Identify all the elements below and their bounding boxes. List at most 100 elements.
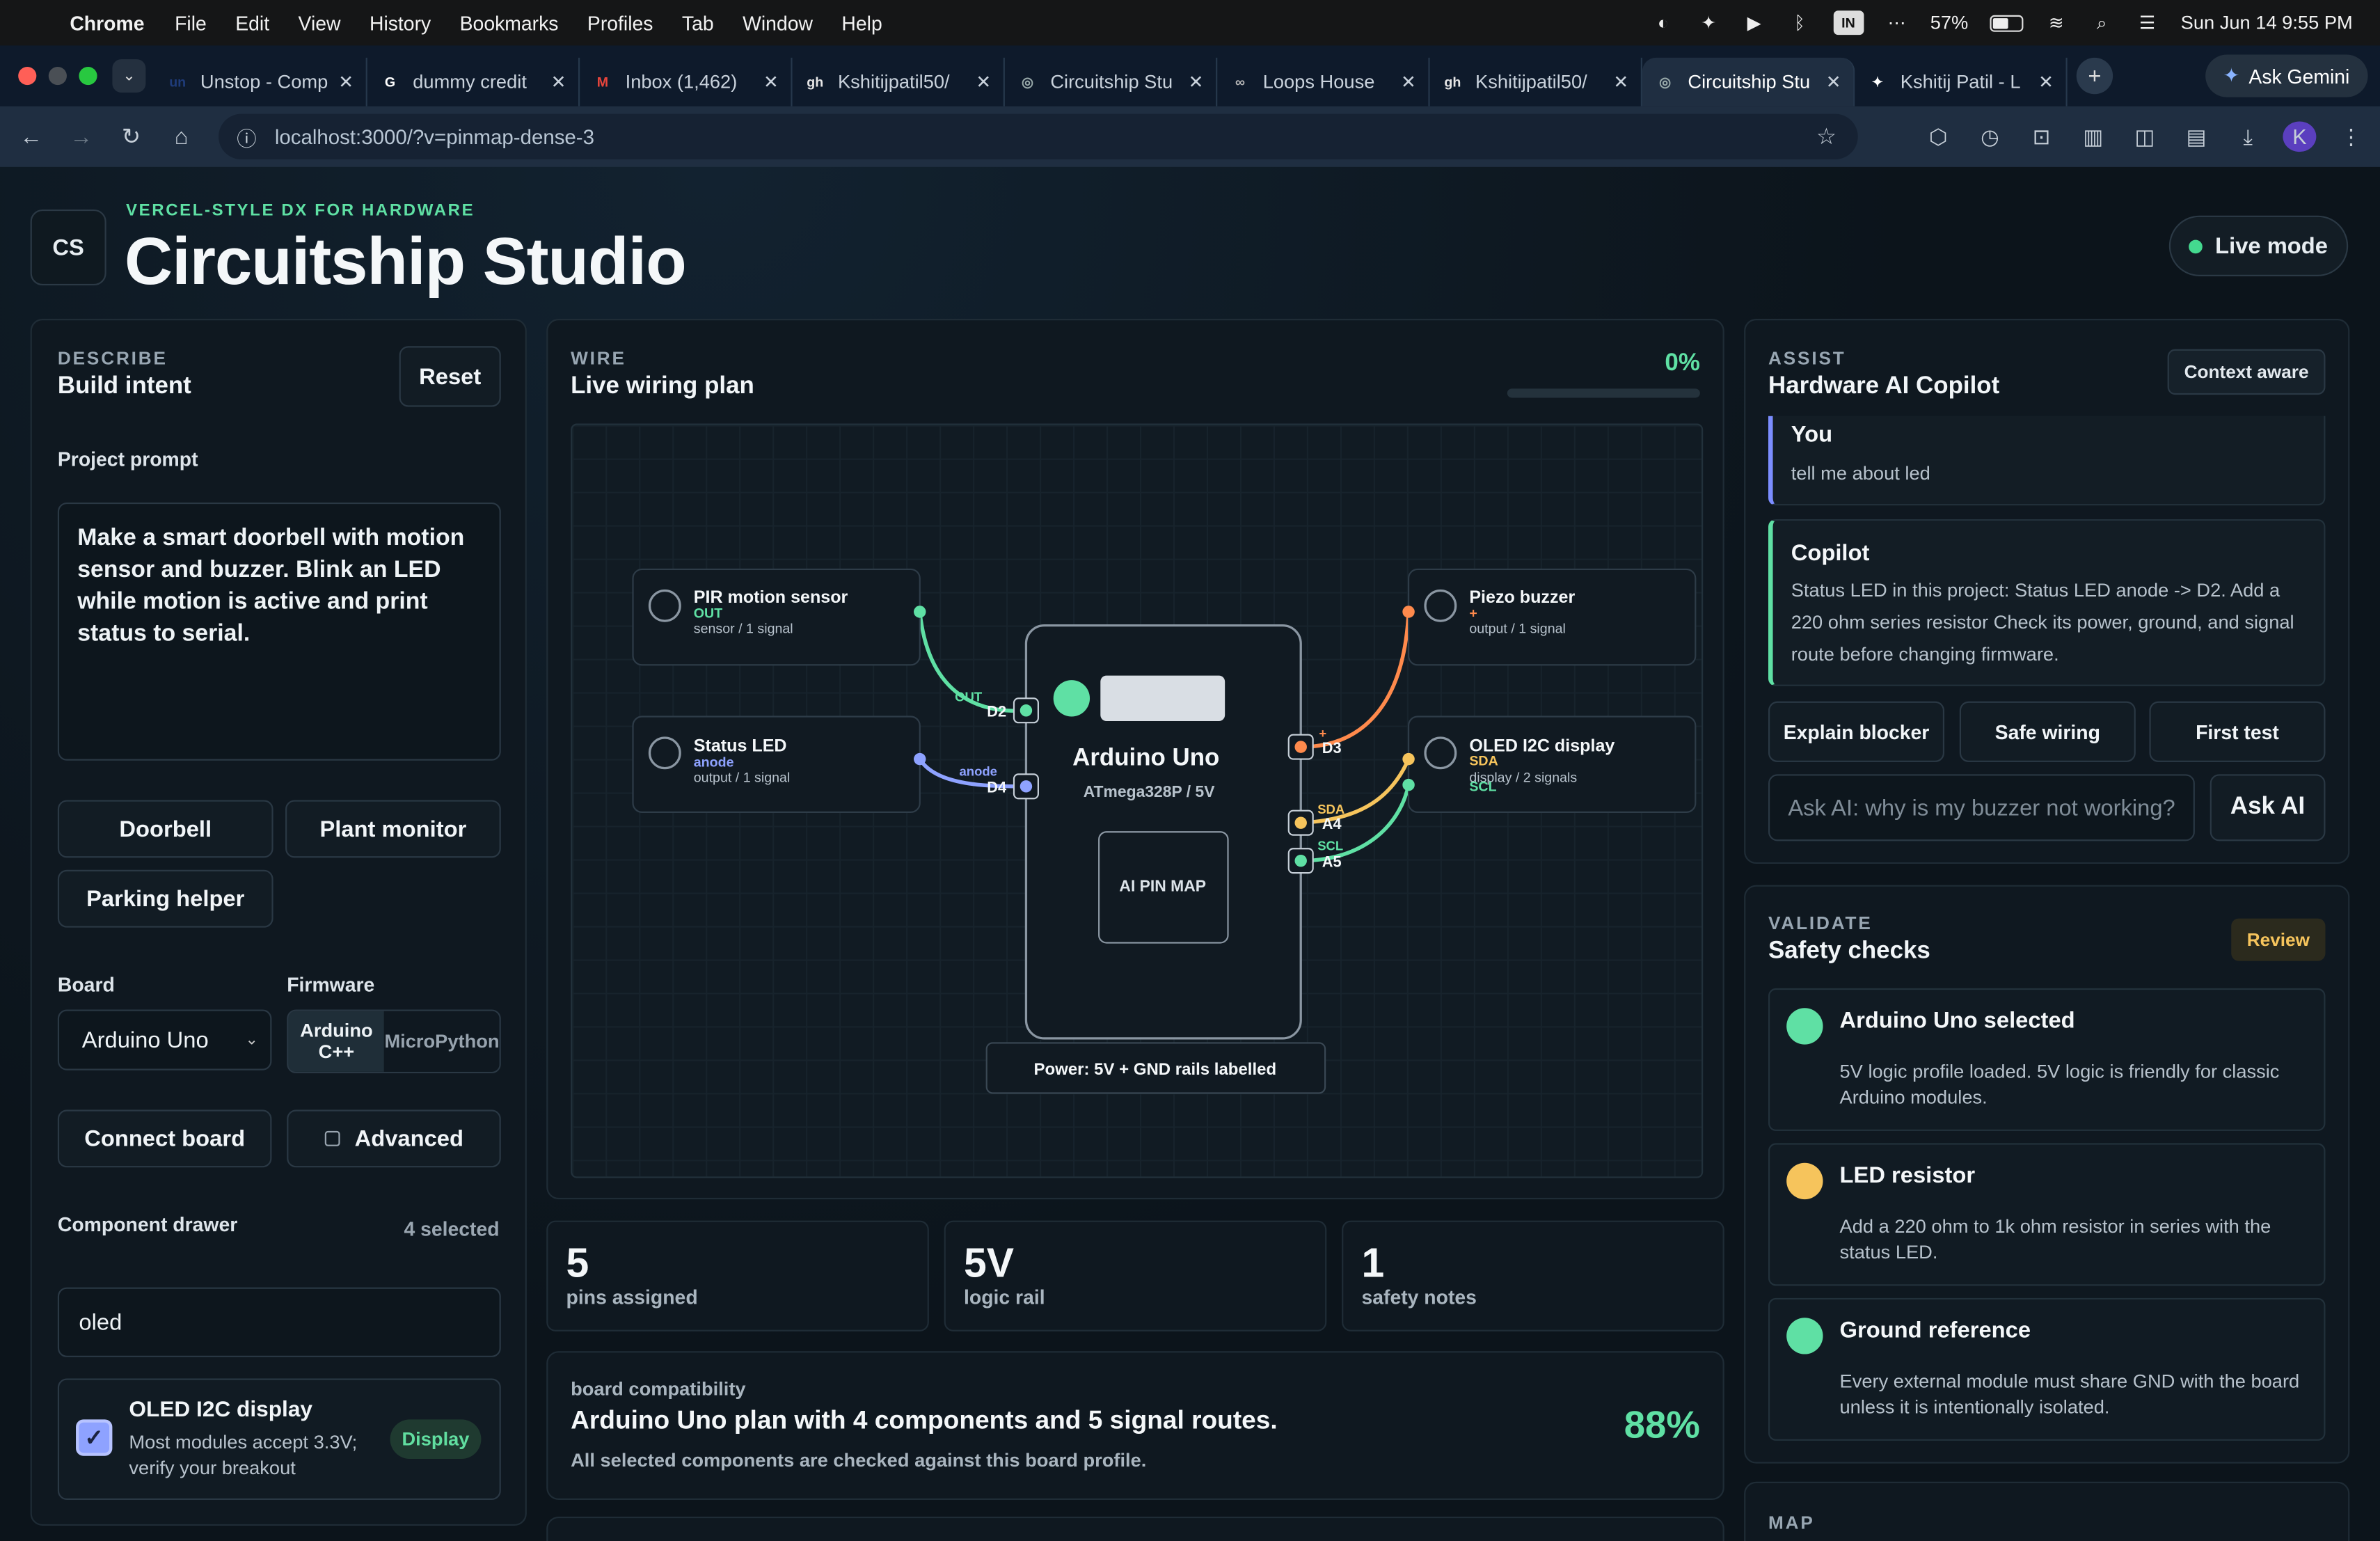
- home-icon[interactable]: ⌂: [157, 124, 207, 150]
- firmware-micropython-option[interactable]: MicroPython: [384, 1011, 500, 1072]
- project-prompt-textarea[interactable]: Make a smart doorbell with motion sensor…: [57, 502, 501, 761]
- node-port[interactable]: [914, 606, 926, 618]
- firmware-arduino-option[interactable]: Arduino C++: [288, 1011, 385, 1072]
- back-icon[interactable]: ←: [6, 124, 56, 150]
- node-port[interactable]: [1402, 752, 1415, 766]
- node-port[interactable]: [914, 752, 926, 766]
- menu-history[interactable]: History: [370, 11, 431, 34]
- screenshot-icon[interactable]: ⊡: [2025, 124, 2058, 150]
- clock[interactable]: Sun Jun 14 9:55 PM: [2181, 12, 2353, 33]
- safe-wiring-button[interactable]: Safe wiring: [1959, 701, 2136, 762]
- reading-mode-icon[interactable]: ▥: [2077, 124, 2110, 150]
- explain-blocker-button[interactable]: Explain blocker: [1768, 701, 1945, 762]
- address-bar[interactable]: ⓘ localhost:3000/?v=pinmap-dense-3 ☆: [219, 113, 1858, 160]
- preset-plant-monitor-button[interactable]: Plant monitor: [285, 800, 501, 858]
- menu-help[interactable]: Help: [841, 11, 882, 34]
- site-info-icon[interactable]: ⓘ: [237, 123, 256, 151]
- browser-tab[interactable]: ◎ Circuitship Stu ✕: [1642, 57, 1855, 106]
- menu-edit[interactable]: Edit: [235, 11, 269, 34]
- connect-board-button[interactable]: Connect board: [57, 1109, 272, 1168]
- reload-icon[interactable]: ↻: [106, 123, 157, 150]
- tab-close-icon[interactable]: ✕: [763, 72, 779, 93]
- describe-kicker: DESCRIBE: [57, 347, 168, 370]
- advanced-checkbox[interactable]: [324, 1130, 340, 1146]
- split-view-icon[interactable]: ◫: [2128, 124, 2161, 150]
- bookmark-star-icon[interactable]: ☆: [1816, 123, 1836, 150]
- component-card[interactable]: ✓ OLED I2C display Most modules accept 3…: [57, 1378, 501, 1500]
- node-port[interactable]: [1402, 606, 1415, 618]
- ask-ai-input[interactable]: Ask AI: why is my buzzer not working?: [1768, 774, 2195, 841]
- preset-parking-helper-button[interactable]: Parking helper: [57, 869, 273, 928]
- component-node-oled[interactable]: OLED I2C display SDA display / 2 signals…: [1402, 716, 1697, 813]
- component-node-led[interactable]: Status LED anode output / 1 signal: [632, 716, 926, 813]
- activity-icon[interactable]: ⋯: [1885, 10, 1909, 35]
- reset-button[interactable]: Reset: [399, 346, 501, 407]
- menu-view[interactable]: View: [299, 11, 341, 34]
- zoom-window-icon[interactable]: [79, 66, 97, 86]
- board-select[interactable]: Arduino Uno ⌄: [57, 1009, 272, 1070]
- control-center-icon[interactable]: ☰: [2135, 10, 2159, 35]
- sparkle-icon[interactable]: ✦: [1697, 10, 1721, 35]
- menu-window[interactable]: Window: [743, 11, 813, 34]
- tab-close-icon[interactable]: ✕: [338, 72, 354, 93]
- browser-tab[interactable]: gh Kshitijpatil50/ ✕: [1430, 57, 1642, 106]
- menu-app-name[interactable]: Chrome: [70, 11, 144, 34]
- ask-gemini-button[interactable]: ✦ Ask Gemini: [2205, 54, 2368, 97]
- tab-close-icon[interactable]: ✕: [1189, 72, 1204, 93]
- battery-icon[interactable]: [1989, 14, 2023, 31]
- bluetooth-icon[interactable]: ᛒ: [1788, 10, 1812, 35]
- sidepanel-icon[interactable]: ▤: [2180, 124, 2213, 150]
- ask-ai-button[interactable]: Ask AI: [2210, 774, 2326, 841]
- component-search-input[interactable]: oled: [57, 1287, 501, 1357]
- downloads-icon[interactable]: ⤓: [2231, 124, 2264, 150]
- menu-tab[interactable]: Tab: [682, 11, 714, 34]
- browser-tab[interactable]: gh Kshitijpatil50/ ✕: [793, 57, 1005, 106]
- menu-bookmarks[interactable]: Bookmarks: [460, 11, 559, 34]
- live-mode-toggle[interactable]: Live mode: [2168, 215, 2349, 276]
- tab-close-icon[interactable]: ✕: [1401, 72, 1416, 93]
- node-port[interactable]: [1402, 778, 1415, 791]
- browser-tab[interactable]: Gdummy credit ✕: [367, 57, 580, 106]
- browser-tab[interactable]: ∞ Loops House ✕: [1217, 57, 1430, 106]
- tab-close-icon[interactable]: ✕: [1826, 72, 1841, 93]
- tab-close-icon[interactable]: ✕: [976, 72, 991, 93]
- browser-tab[interactable]: ◎ Circuitship Stu ✕: [1005, 57, 1218, 106]
- history-icon[interactable]: ◷: [1973, 124, 2006, 150]
- wifi-icon[interactable]: ≋: [2044, 10, 2068, 35]
- forward-icon[interactable]: →: [56, 124, 106, 150]
- preset-doorbell-button[interactable]: Doorbell: [57, 800, 273, 858]
- url-text[interactable]: localhost:3000/?v=pinmap-dense-3: [275, 125, 594, 148]
- input-source-icon[interactable]: IN: [1833, 10, 1864, 35]
- spotlight-search-icon[interactable]: ⌕: [2090, 10, 2114, 35]
- browser-tab[interactable]: M Inbox (1,462) ✕: [580, 57, 793, 106]
- stat-label: safety notes: [1361, 1286, 1477, 1309]
- tab-close-icon[interactable]: ✕: [1613, 72, 1628, 93]
- tab-close-icon[interactable]: ✕: [2038, 72, 2054, 93]
- more-menu-icon[interactable]: ⋮: [2335, 124, 2368, 150]
- advanced-toggle[interactable]: Advanced: [287, 1109, 501, 1168]
- browser-tab[interactable]: un Unstop - Comp ✕: [154, 57, 367, 106]
- minimize-window-icon[interactable]: [48, 66, 67, 86]
- new-tab-button[interactable]: +: [2076, 57, 2113, 95]
- review-badge[interactable]: Review: [2231, 918, 2326, 961]
- component-node-buzzer[interactable]: Piezo buzzer + output / 1 signal: [1402, 568, 1697, 666]
- menu-file[interactable]: File: [175, 11, 207, 34]
- component-checkbox[interactable]: ✓: [76, 1419, 113, 1456]
- context-aware-badge[interactable]: Context aware: [2167, 349, 2326, 395]
- toolbar-actions: ⬡ ◷ ⊡ ▥ ◫ ▤ ⤓ K ⋮: [1921, 106, 2367, 167]
- stat-value: 1: [1361, 1240, 1385, 1286]
- first-test-button[interactable]: First test: [2149, 701, 2326, 762]
- profile-avatar[interactable]: K: [2283, 121, 2317, 152]
- tab-search-icon[interactable]: ⌄: [112, 59, 146, 93]
- browser-tab[interactable]: ✦ Kshitij Patil - L ✕: [1855, 57, 2068, 106]
- tab-close-icon[interactable]: ✕: [551, 72, 566, 93]
- component-node-pir[interactable]: PIR motion sensor OUT sensor / 1 signal: [632, 568, 926, 666]
- arduino-board[interactable]: Arduino Uno ATmega328P / 5V AI PIN MAP: [1024, 624, 1302, 1040]
- messenger-icon[interactable]: ◐: [1651, 10, 1675, 35]
- menu-profiles[interactable]: Profiles: [587, 11, 653, 34]
- wiring-canvas[interactable]: PIR motion sensor OUT sensor / 1 signal …: [571, 423, 1704, 1178]
- wire-buzzer-d3[interactable]: [1301, 611, 1411, 749]
- play-icon[interactable]: ▶: [1742, 10, 1766, 35]
- extension-icon[interactable]: ⬡: [1921, 124, 1955, 150]
- close-window-icon[interactable]: [18, 66, 37, 86]
